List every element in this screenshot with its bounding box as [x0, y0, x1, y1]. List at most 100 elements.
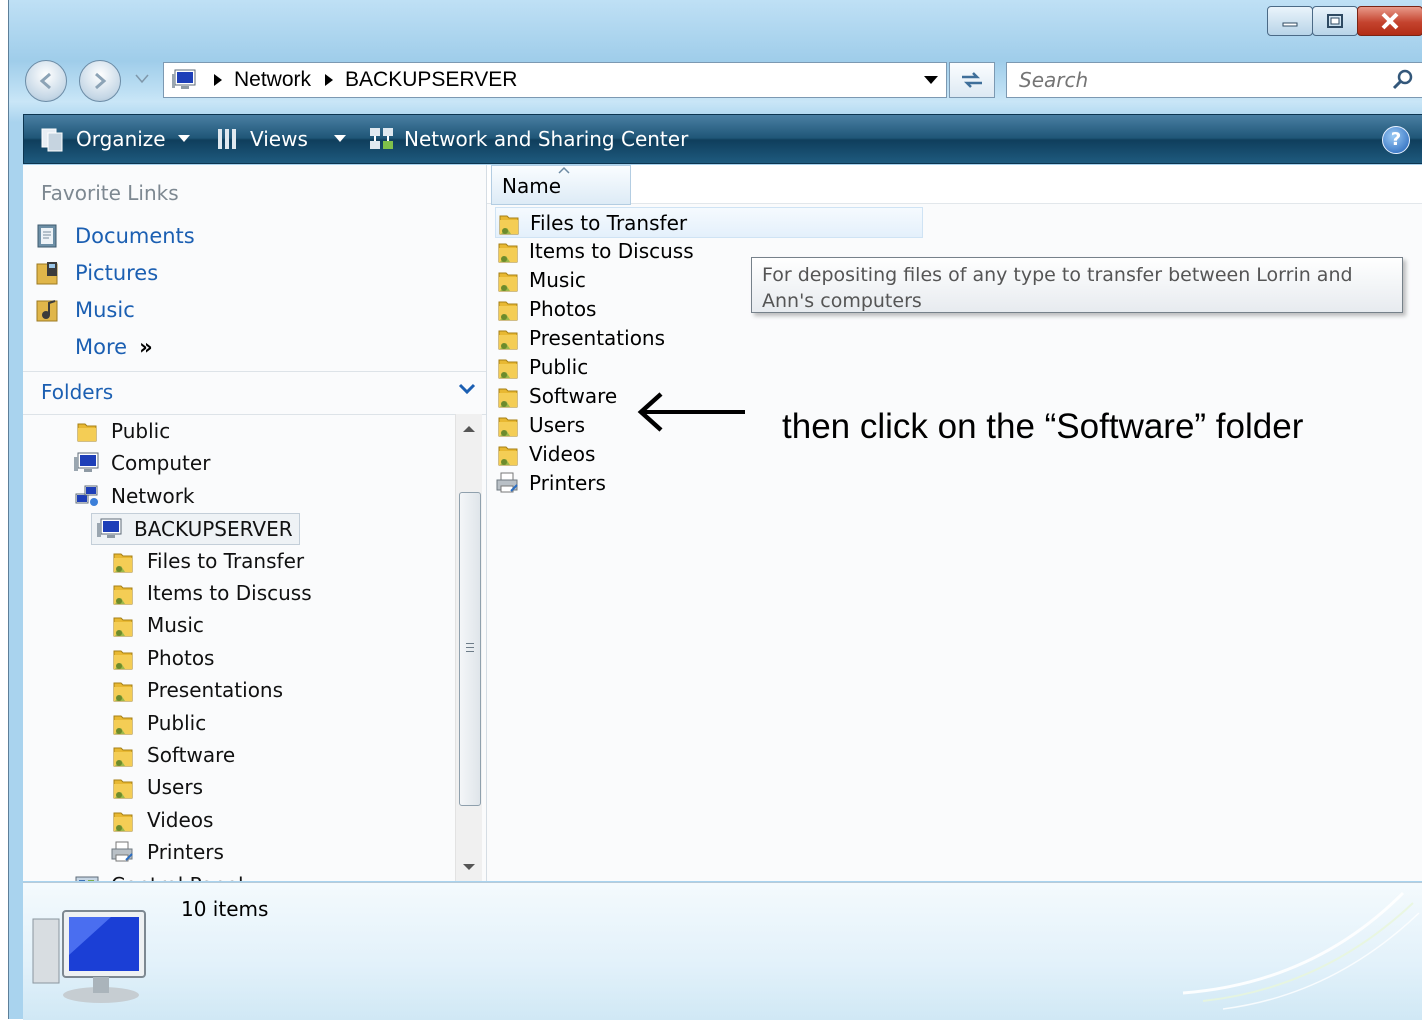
more-links-button[interactable]: More » [75, 335, 153, 359]
scroll-up-icon[interactable] [462, 424, 476, 434]
search-box[interactable] [1006, 62, 1422, 98]
search-icon[interactable] [1392, 69, 1414, 91]
chevron-down-icon [333, 135, 346, 142]
file-item-software[interactable]: Software [495, 381, 617, 410]
refresh-button[interactable] [949, 62, 995, 98]
file-item-printers[interactable]: Printers [495, 468, 606, 497]
shared-folder-icon [109, 644, 137, 672]
favorite-link-documents[interactable]: Documents [33, 221, 195, 251]
window-controls [1267, 6, 1422, 36]
organize-menu[interactable]: Organize [40, 115, 190, 163]
tree-item-items-to-discuss[interactable]: Items to Discuss [109, 578, 312, 608]
tree-item-music[interactable]: Music [109, 610, 204, 640]
tree-item-videos[interactable]: Videos [109, 805, 213, 835]
sort-ascending-icon [558, 166, 570, 174]
file-item-label: Public [529, 354, 589, 379]
file-list-pane: Name Files to Transfer Items to Discuss Mu… [487, 165, 1422, 881]
favorite-link-pictures[interactable]: Pictures [33, 258, 158, 288]
folders-header[interactable]: Folders [23, 371, 486, 415]
shared-folder-icon [495, 296, 521, 322]
tree-item-presentations[interactable]: Presentations [109, 675, 283, 705]
tree-item-public[interactable]: Public [73, 416, 170, 446]
shared-folder-icon [109, 773, 137, 801]
computer-icon [32, 910, 146, 1003]
search-input[interactable] [1017, 67, 1381, 93]
file-item-label: Photos [529, 296, 597, 321]
shared-folder-icon [109, 676, 137, 704]
scrollbar-thumb[interactable] [459, 492, 481, 806]
control-panel-icon [73, 871, 101, 881]
minimize-button[interactable] [1267, 6, 1313, 36]
folder-icon [73, 417, 101, 445]
views-icon [218, 129, 236, 149]
file-item-public[interactable]: Public [495, 352, 588, 381]
shared-folder-icon [109, 709, 137, 737]
tree-item-label: Network [111, 483, 195, 508]
recent-pages-dropdown[interactable] [135, 74, 149, 84]
file-item-files-to-transfer[interactable]: Files to Transfer [495, 207, 923, 238]
explorer-window: Network BACKUPSERVER Organize Views [8, 0, 1422, 1020]
address-bar[interactable]: Network BACKUPSERVER [163, 62, 947, 98]
name-column-header[interactable]: Name [491, 165, 631, 205]
tree-item-label: Presentations [147, 678, 284, 703]
column-header-bar: Name [487, 165, 1422, 205]
tree-item-label: Items to Discuss [147, 581, 312, 605]
breadcrumb-backupserver[interactable]: BACKUPSERVER [311, 68, 517, 92]
network-sharing-center-button[interactable]: Network and Sharing Center [368, 115, 688, 163]
forward-arrow-icon [95, 72, 107, 90]
shared-folder-icon [495, 412, 521, 438]
file-item-items-to-discuss[interactable]: Items to Discuss [495, 236, 694, 265]
forward-button[interactable] [79, 60, 121, 102]
tree-item-label: Videos [147, 807, 214, 832]
tree-item-photos[interactable]: Photos [109, 643, 214, 673]
tree-item-label: Photos [147, 645, 215, 670]
tree-item-backupserver[interactable]: BACKUPSERVER [91, 513, 300, 546]
tree-item-computer[interactable]: Computer [73, 448, 210, 478]
shared-folder-icon [495, 267, 521, 293]
computer-icon [172, 68, 200, 92]
file-item-presentations[interactable]: Presentations [495, 323, 665, 352]
folder-tree-scrollbar[interactable] [455, 414, 482, 881]
tree-item-files-to-transfer[interactable]: Files to Transfer [109, 546, 304, 576]
chevron-down-icon [177, 135, 190, 142]
tree-item-software[interactable]: Software [109, 740, 235, 770]
pictures-icon [33, 258, 63, 288]
help-button[interactable]: ? [1382, 126, 1410, 154]
breadcrumb-network[interactable]: Network [200, 68, 311, 92]
file-item-photos[interactable]: Photos [495, 294, 596, 323]
close-button[interactable] [1357, 6, 1422, 36]
tree-item-label: Public [147, 710, 207, 735]
minimize-icon [1282, 22, 1298, 27]
tree-item-printers[interactable]: Printers [109, 837, 224, 867]
tree-item-control-panel[interactable]: Control Panel [73, 870, 244, 881]
maximize-button[interactable] [1312, 6, 1358, 36]
favorite-link-music[interactable]: Music [33, 295, 135, 325]
documents-icon [33, 221, 63, 251]
favorite-link-label: Documents [75, 224, 195, 248]
breadcrumb-label: Network [234, 68, 312, 91]
folder-tooltip: For depositing files of any type to tran… [751, 257, 1403, 313]
folders-title: Folders [41, 380, 114, 404]
music-icon [33, 295, 63, 325]
tree-item-public[interactable]: Public [109, 708, 206, 738]
tree-item-users[interactable]: Users [109, 772, 203, 802]
address-dropdown-icon[interactable] [924, 75, 938, 85]
shared-folder-icon [495, 238, 521, 264]
more-label: More [75, 335, 128, 359]
back-button[interactable] [25, 60, 67, 102]
shared-folder-icon [495, 383, 521, 409]
tree-item-label: Users [147, 775, 204, 800]
shared-folder-icon [109, 741, 137, 769]
network-icon [73, 482, 101, 510]
tree-item-network[interactable]: Network [73, 481, 195, 511]
double-chevron-icon: » [139, 335, 153, 359]
breadcrumb-label: BACKUPSERVER [345, 68, 518, 91]
file-item-label: Users [529, 412, 586, 437]
file-item-music[interactable]: Music [495, 265, 586, 294]
file-item-users[interactable]: Users [495, 410, 585, 439]
file-item-videos[interactable]: Videos [495, 439, 595, 468]
views-menu[interactable]: Views [216, 115, 346, 163]
scroll-down-icon[interactable] [462, 862, 476, 872]
column-header-label: Name [502, 174, 562, 198]
file-item-label: Music [529, 267, 586, 292]
